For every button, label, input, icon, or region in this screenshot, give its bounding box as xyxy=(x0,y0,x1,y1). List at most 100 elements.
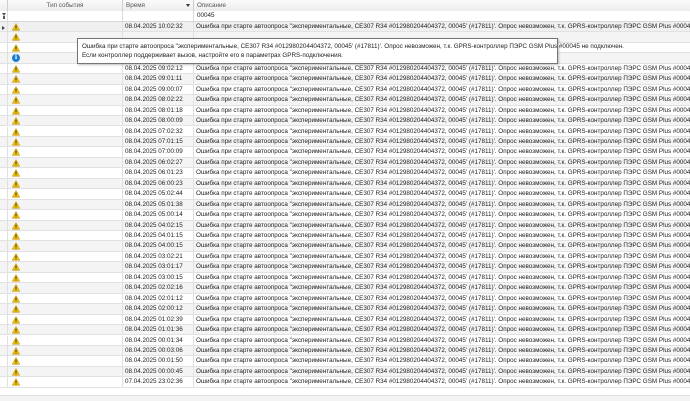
description-cell: Ошибка при старте автоопроса "эксперимен… xyxy=(196,23,690,30)
time-cell: 08.04.2025 02:00:12 xyxy=(123,304,194,315)
description-cell: Ошибка при старте автоопроса "эксперимен… xyxy=(196,96,690,104)
row-indicator-cell xyxy=(0,356,8,367)
event-type-cell xyxy=(8,251,123,262)
row-indicator-cell xyxy=(0,53,8,64)
warning-icon xyxy=(12,263,20,271)
table-row[interactable]: 08.04.2025 05:01:38 Ошибка при старте авт… xyxy=(0,199,690,211)
filter-time-input[interactable] xyxy=(123,11,194,21)
row-indicator-cell xyxy=(0,95,8,106)
table-row[interactable]: 08.04.2025 05:00:14 Ошибка при старте авт… xyxy=(0,210,690,221)
filter-description-input[interactable]: 00045 xyxy=(194,11,690,21)
warning-icon xyxy=(12,106,20,115)
warning-icon xyxy=(12,326,20,334)
event-type-cell xyxy=(8,105,123,116)
time-cell: 08.04.2025 02:02:16 xyxy=(123,283,194,294)
time-cell: 08.04.2025 03:00:15 xyxy=(123,272,194,283)
row-indicator-cell xyxy=(0,136,8,147)
time-cell: 08.04.2025 04:02:15 xyxy=(123,220,194,231)
warning-icon xyxy=(12,242,20,250)
table-row[interactable]: 08.04.2025 02:01:12 Ошибка при старте авт… xyxy=(0,293,690,305)
warning-icon xyxy=(12,148,20,156)
row-indicator-cell xyxy=(0,157,8,168)
column-header-event-type[interactable]: Тип события xyxy=(8,0,123,11)
table-row[interactable]: 08.04.2025 06:02:27 Ошибка при старте авт… xyxy=(0,157,690,169)
warning-icon xyxy=(12,127,20,135)
warning-icon xyxy=(12,252,20,261)
table-row[interactable]: 08.04.2025 05:02:44 Ошибка при старте авт… xyxy=(0,189,690,200)
description-cell: Ошибка при старте автоопроса "эксперимен… xyxy=(196,336,690,344)
filter-icon xyxy=(2,13,6,19)
table-row[interactable]: 08.04.2025 04:00:15 Ошибка при старте авт… xyxy=(0,241,690,252)
event-type-cell xyxy=(8,136,123,147)
table-row[interactable]: 08.04.2025 08:02:22 Ошибка при старте авт… xyxy=(0,95,690,106)
event-type-cell xyxy=(8,314,123,325)
warning-icon xyxy=(12,158,20,167)
event-type-cell xyxy=(8,168,123,179)
table-row[interactable]: 08.04.2025 06:01:23 Ошибка при старте авт… xyxy=(0,168,690,179)
info-icon: i xyxy=(12,54,20,63)
table-row[interactable]: 08.04.2025 01:01:36 Ошибка при старте авт… xyxy=(0,325,690,336)
table-row[interactable]: 08.04.2025 03:00:15 Ошибка при старте авт… xyxy=(0,272,690,284)
table-row[interactable]: 08.04.2025 08:01:18 Ошибка при старте авт… xyxy=(0,105,690,117)
table-row[interactable]: 08.04.2025 00:01:34 Ошибка при старте авт… xyxy=(0,335,690,346)
event-type-cell xyxy=(8,345,123,356)
warning-icon xyxy=(12,200,20,209)
table-row[interactable]: 08.04.2025 02:00:12 Ошибка при старте авт… xyxy=(0,304,690,315)
description-cell: Ошибка при старте автоопроса "эксперимен… xyxy=(196,232,690,239)
description-cell: Ошибка при старте автоопроса "эксперимен… xyxy=(196,169,690,177)
time-cell: 08.04.2025 06:02:27 xyxy=(123,157,194,168)
row-indicator-cell xyxy=(0,304,8,315)
filter-event-type-input[interactable] xyxy=(8,11,123,21)
event-type-cell xyxy=(8,272,123,283)
table-row[interactable]: 08.04.2025 09:01:11 Ошибка при старте авт… xyxy=(0,74,690,85)
description-cell: Ошибка при старте автоопроса "эксперимен… xyxy=(196,117,690,125)
row-indicator-cell xyxy=(0,220,8,231)
table-row[interactable]: 08.04.2025 03:01:17 Ошибка при старте авт… xyxy=(0,262,690,273)
table-row[interactable]: 08.04.2025 04:02:15 Ошибка при старте авт… xyxy=(0,220,690,231)
event-type-cell xyxy=(8,157,123,168)
event-type-cell xyxy=(8,189,123,200)
column-header-description[interactable]: Описание xyxy=(194,0,690,11)
warning-icon xyxy=(12,378,20,386)
description-cell: Ошибка при старте автоопроса "эксперимен… xyxy=(196,221,690,229)
event-type-cell xyxy=(8,63,123,74)
column-header-time[interactable]: Время xyxy=(123,0,194,11)
sort-descending-icon[interactable] xyxy=(186,4,190,7)
time-cell: 08.04.2025 08:02:22 xyxy=(123,95,194,106)
table-row[interactable]: 08.04.2025 01:02:39 Ошибка при старте авт… xyxy=(0,314,690,326)
warning-icon xyxy=(12,190,20,198)
table-row[interactable]: 08.04.2025 09:02:12 Ошибка при старте авт… xyxy=(0,63,690,75)
table-row[interactable]: 07.04.2025 23:02:36 Ошибка при старте авт… xyxy=(0,377,690,388)
time-cell: 08.04.2025 09:01:11 xyxy=(123,74,194,85)
table-row[interactable]: 08.04.2025 10:02:32 Ошибка при старте авт… xyxy=(0,22,690,33)
table-row[interactable]: 08.04.2025 03:02:21 Ошибка при старте авт… xyxy=(0,251,690,263)
warning-icon xyxy=(12,357,20,365)
description-cell: Ошибка при старте автоопроса "эксперимен… xyxy=(196,367,690,375)
table-row[interactable]: 08.04.2025 04:01:15 Ошибка при старте авт… xyxy=(0,231,690,242)
row-indicator-cell xyxy=(0,335,8,346)
horizontal-scrollbar[interactable] xyxy=(0,395,690,401)
table-row[interactable]: 08.04.2025 08:00:09 Ошибка при старте авт… xyxy=(0,116,690,127)
table-row[interactable]: 08.04.2025 09:00:07 Ошибка при старте авт… xyxy=(0,84,690,96)
time-cell: 08.04.2025 00:01:50 xyxy=(123,356,194,367)
table-row[interactable]: 08.04.2025 07:02:32 Ошибка при старте авт… xyxy=(0,126,690,137)
table-row[interactable]: 08.04.2025 00:00:45 Ошибка при старте авт… xyxy=(0,366,690,378)
description-cell: Ошибка при старте автоопроса "эксперимен… xyxy=(196,64,690,72)
description-cell: Ошибка при старте автоопроса "эксперимен… xyxy=(196,200,690,208)
table-row[interactable]: 08.04.2025 07:01:15 Ошибка при старте авт… xyxy=(0,136,690,148)
warning-icon xyxy=(12,336,20,344)
time-cell: 08.04.2025 10:02:32 xyxy=(123,22,194,32)
description-cell: Ошибка при старте автоопроса "эксперимен… xyxy=(196,137,690,145)
warning-icon xyxy=(12,33,20,41)
table-row[interactable]: 08.04.2025 00:01:50 Ошибка при старте авт… xyxy=(0,356,690,367)
table-row[interactable]: 08.04.2025 06:00:23 Ошибка при старте авт… xyxy=(0,178,690,190)
description-tooltip: Ошибка при старте автоопроса "эксперимен… xyxy=(77,38,624,64)
description-cell: Ошибка при старте автоопроса "эксперимен… xyxy=(196,357,690,365)
row-indicator-cell xyxy=(0,325,8,336)
event-type-cell xyxy=(8,178,123,189)
table-row[interactable]: 08.04.2025 00:03:06 Ошибка при старте авт… xyxy=(0,345,690,357)
table-row[interactable]: 08.04.2025 07:00:09 Ошибка при старте авт… xyxy=(0,147,690,158)
time-cell: 08.04.2025 05:02:44 xyxy=(123,189,194,200)
table-row[interactable]: 08.04.2025 02:02:16 Ошибка при старте авт… xyxy=(0,283,690,294)
description-cell: Ошибка при старте автоопроса "эксперимен… xyxy=(196,378,690,386)
